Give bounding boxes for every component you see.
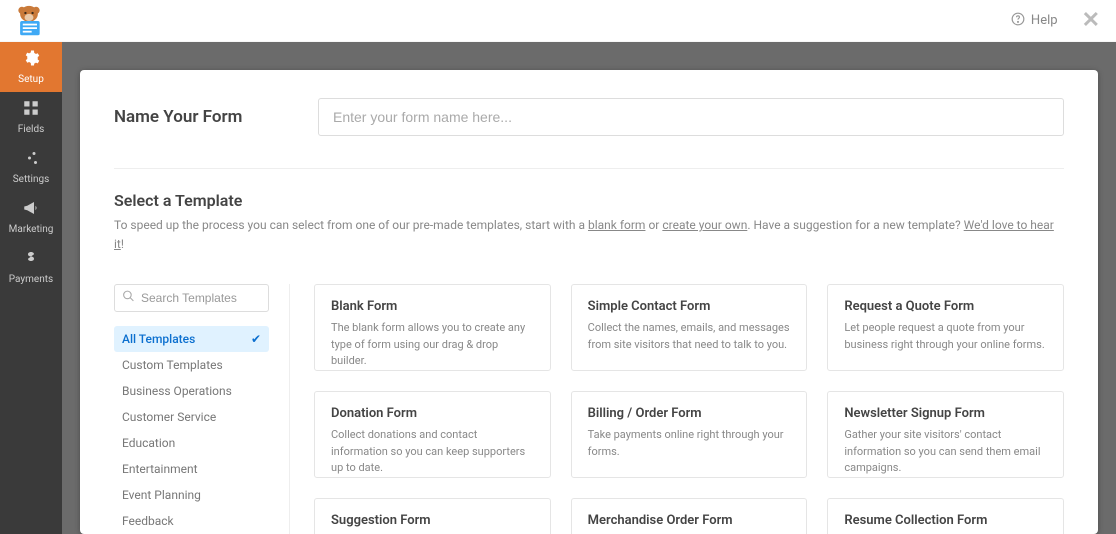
template-desc: Take payments online right through your … <box>588 427 791 460</box>
form-name-input[interactable] <box>318 98 1064 136</box>
template-body: All Templates ✔ Custom Templates Busines… <box>114 284 1064 534</box>
nav-label: Payments <box>9 274 53 285</box>
topbar: Help ✕ <box>0 0 1116 42</box>
category-event-planning[interactable]: Event Planning <box>114 482 269 508</box>
category-list: All Templates ✔ Custom Templates Busines… <box>114 326 269 534</box>
close-button[interactable]: ✕ <box>1076 8 1106 33</box>
search-icon <box>122 290 135 307</box>
nav-fields[interactable]: Fields <box>0 92 62 142</box>
category-all-templates[interactable]: All Templates ✔ <box>114 326 269 352</box>
template-card[interactable]: Donation Form Collect donations and cont… <box>314 391 551 478</box>
select-template-title: Select a Template <box>114 191 1064 210</box>
sliders-icon <box>22 149 40 171</box>
template-desc: Gather your site visitors' contact infor… <box>844 427 1047 477</box>
template-desc: The blank form allows you to create any … <box>331 320 534 370</box>
stage-wrap: Name Your Form Select a Template To spee… <box>62 42 1116 534</box>
template-title: Billing / Order Form <box>588 406 791 421</box>
category-education[interactable]: Education <box>114 430 269 456</box>
megaphone-icon <box>22 199 40 221</box>
template-title: Merchandise Order Form <box>588 513 791 528</box>
builder-shell: Setup Fields Settings Marketing Payments <box>0 42 1116 534</box>
help-link[interactable]: Help <box>1011 12 1058 30</box>
template-card[interactable]: Simple Contact Form Collect the names, e… <box>571 284 808 371</box>
template-title: Suggestion Form <box>331 513 534 528</box>
nav-setup[interactable]: Setup <box>0 42 62 92</box>
template-title: Newsletter Signup Form <box>844 406 1047 421</box>
name-form-label: Name Your Form <box>114 107 294 127</box>
help-label: Help <box>1031 13 1058 28</box>
category-business-operations[interactable]: Business Operations <box>114 378 269 404</box>
template-title: Donation Form <box>331 406 534 421</box>
name-form-row: Name Your Form <box>114 90 1064 169</box>
template-title: Blank Form <box>331 299 534 314</box>
nav-settings[interactable]: Settings <box>0 142 62 192</box>
template-card[interactable]: Resume Collection Form Easily collect ap… <box>827 498 1064 534</box>
builder-sidebar: Setup Fields Settings Marketing Payments <box>0 42 62 534</box>
nav-marketing[interactable]: Marketing <box>0 192 62 242</box>
blank-form-link[interactable]: blank form <box>588 218 645 232</box>
stage: Name Your Form Select a Template To spee… <box>80 70 1098 534</box>
gear-icon <box>22 49 40 71</box>
help-icon <box>1011 12 1025 30</box>
template-title: Simple Contact Form <box>588 299 791 314</box>
nav-label: Marketing <box>9 224 54 235</box>
wpforms-logo <box>10 4 48 38</box>
template-card[interactable]: Blank Form The blank form allows you to … <box>314 284 551 371</box>
grid-icon <box>22 99 40 121</box>
template-card[interactable]: Suggestion Form Gather site visitor sugg… <box>314 498 551 534</box>
nav-label: Setup <box>18 74 44 85</box>
template-title: Request a Quote Form <box>844 299 1047 314</box>
category-entertainment[interactable]: Entertainment <box>114 456 269 482</box>
nav-payments[interactable]: Payments <box>0 242 62 292</box>
template-search-input[interactable] <box>114 284 269 312</box>
template-desc: Collect donations and contact informatio… <box>331 427 534 477</box>
select-template-subtitle: To speed up the process you can select f… <box>114 216 1064 254</box>
category-feedback[interactable]: Feedback <box>114 508 269 534</box>
template-desc: Let people request a quote from your bus… <box>844 320 1047 353</box>
template-desc: Collect the names, emails, and messages … <box>588 320 791 353</box>
create-own-link[interactable]: create your own <box>662 218 747 232</box>
template-grid: Blank Form The blank form allows you to … <box>290 284 1064 534</box>
template-card[interactable]: Merchandise Order Form Use this template… <box>571 498 808 534</box>
dollar-icon <box>22 249 40 271</box>
template-search-wrap <box>114 284 269 312</box>
nav-label: Fields <box>18 124 45 135</box>
template-title: Resume Collection Form <box>844 513 1047 528</box>
template-card[interactable]: Request a Quote Form Let people request … <box>827 284 1064 371</box>
template-card[interactable]: Newsletter Signup Form Gather your site … <box>827 391 1064 478</box>
category-customer-service[interactable]: Customer Service <box>114 404 269 430</box>
nav-label: Settings <box>13 174 50 185</box>
template-card[interactable]: Billing / Order Form Take payments onlin… <box>571 391 808 478</box>
category-column: All Templates ✔ Custom Templates Busines… <box>114 284 290 534</box>
category-custom-templates[interactable]: Custom Templates <box>114 352 269 378</box>
check-icon: ✔ <box>251 332 261 346</box>
select-template-header: Select a Template To speed up the proces… <box>114 169 1064 262</box>
